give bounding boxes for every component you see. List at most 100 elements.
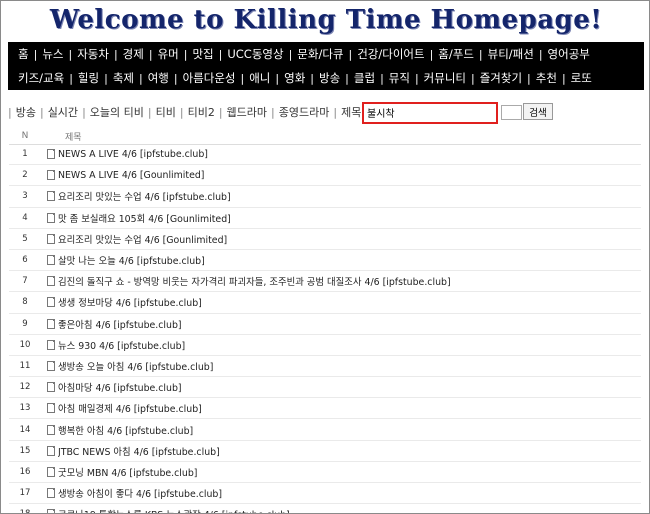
main-nav: 홈 | 뉴스 | 자동차 | 경제 | 유머 | 맛집 | UCC동영상 | 문화/다큐 | 건강/다이어트 | 홈… [8,42,644,90]
post-title-link[interactable]: JTBC NEWS 아침 4/6 [ipfstube.club] [58,444,220,458]
search-button[interactable]: 검색 [523,103,553,120]
table-row: 10 뉴스 930 4/6 [ipfstube.club] [9,335,641,356]
nav-item[interactable]: 영어공부 [544,46,594,62]
table-row: 6 살맛 나는 오늘 4/6 [ipfstube.club] [9,250,641,272]
nav-item[interactable]: 키즈/교육 [14,70,68,86]
table-row: 2 NEWS A LIVE 4/6 [Gounlimited] [9,165,641,187]
document-icon [47,297,55,308]
table-row: 18 코로나19 통합뉴스룸 KBS 뉴스광장 4/6 [ipfstube.clu… [9,504,641,513]
nav-item[interactable]: 여행 [144,70,173,86]
nav-item[interactable]: 즐겨찾기 [476,70,526,86]
nav-item[interactable]: 애니 [245,70,274,86]
post-title-link[interactable]: NEWS A LIVE 4/6 [Gounlimited] [58,170,204,181]
nav-item[interactable]: 커뮤니티 [420,70,470,86]
nav-item[interactable]: 뉴스 [38,46,67,62]
document-icon [47,233,55,244]
row-number: 10 [19,339,31,350]
nav-item[interactable]: UCC동영상 [223,46,287,62]
document-icon [47,170,55,181]
nav-item[interactable]: 로또 [567,70,596,86]
table-row: 1 NEWS A LIVE 4/6 [ipfstube.club] [9,144,641,166]
row-number: 14 [19,424,31,435]
row-number: 6 [22,255,28,266]
nav-item[interactable]: 영화 [280,70,309,86]
category-link[interactable]: 실시간 [45,104,81,120]
table-row: 11 생방송 오늘 아침 4/6 [ipfstube.club] [9,356,641,378]
row-number: 15 [19,445,31,456]
column-title: 제목 [65,132,82,143]
post-title-link[interactable]: 맛 좀 보실래요 105회 4/6 [Gounlimited] [58,211,231,225]
category-link[interactable]: 오늘의 티비 [87,104,147,120]
nav-item[interactable]: 방송 [315,70,344,86]
row-number: 3 [22,191,28,202]
document-icon [47,276,55,287]
nav-item[interactable]: 자동차 [73,46,113,62]
document-icon [47,403,55,414]
nav-row-2: 키즈/교육 | 힐링 | 축제 | 여행 | 아름다운성 | 애니 | 영화 | 방송 | 클럽 | 뮤직 | 커뮤니티… [8,66,644,90]
row-number: 5 [22,233,28,244]
table-header: N 제목 [9,128,641,145]
nav-item[interactable]: 추천 [532,70,561,86]
post-title-link[interactable]: 요리조리 맛있는 수업 4/6 [Gounlimited] [58,232,227,246]
category-link[interactable]: 웹드라마 [224,104,270,120]
document-icon [47,509,55,513]
document-icon [47,424,55,435]
row-number: 17 [19,488,31,499]
post-title-link[interactable]: 아침 매일경제 4/6 [ipfstube.club] [58,401,202,415]
category-link[interactable]: 방송 [13,104,39,120]
post-title-link[interactable]: 뉴스 930 4/6 [ipfstube.club] [58,338,185,352]
post-title-link[interactable]: 아침마당 4/6 [ipfstube.club] [58,380,182,394]
category-link[interactable]: 티비 [153,104,179,120]
nav-item[interactable]: 뮤직 [385,70,414,86]
category-link[interactable]: 티비2 [185,104,218,120]
post-title-link[interactable]: 김진의 돌직구 쇼 - 방역망 비웃는 자가격리 파괴자들, 조주빈과 공범 대… [58,274,451,288]
nav-item[interactable]: 아름다운성 [179,70,240,86]
search-input[interactable] [364,104,500,120]
table-row: 17 생방송 아침이 좋다 4/6 [ipfstube.club] [9,483,641,505]
nav-item[interactable]: 뷰티/패션 [484,46,538,62]
nav-item[interactable]: 유머 [154,46,183,62]
document-icon [47,445,55,456]
category-link[interactable]: 종영드라마 [276,104,333,120]
row-number: 11 [19,360,31,371]
row-number: 13 [19,403,31,414]
post-title-link[interactable]: 생방송 오늘 아침 4/6 [ipfstube.club] [58,359,213,373]
table-row: 7 김진의 돌직구 쇼 - 방역망 비웃는 자가격리 파괴자들, 조주빈과 공범 … [9,271,641,293]
column-number: N [21,131,29,141]
post-title-link[interactable]: NEWS A LIVE 4/6 [ipfstube.club] [58,149,208,160]
post-title-link[interactable]: 굿모닝 MBN 4/6 [ipfstube.club] [58,465,197,479]
document-icon [47,318,55,329]
table-row: 15 JTBC NEWS 아침 4/6 [ipfstube.club] [9,441,641,462]
post-title-link[interactable]: 행복한 아침 4/6 [ipfstube.club] [58,423,193,437]
document-icon [47,382,55,393]
nav-item[interactable]: 문화/다큐 [293,46,347,62]
row-number: 9 [22,318,28,329]
nav-item[interactable]: 맛집 [188,46,217,62]
search-secondary-field[interactable] [501,105,522,120]
page-title: Welcome to Killing Time Homepage! [49,5,603,35]
nav-item[interactable]: 건강/다이어트 [353,46,428,62]
post-title-link[interactable]: 생생 정보마당 4/6 [ipfstube.club] [58,295,202,309]
table-row: 3 요리조리 맛있는 수업 4/6 [ipfstube.club] [9,186,641,208]
row-number: 1 [22,149,28,160]
row-number: 7 [22,276,28,287]
nav-item[interactable]: 경제 [119,46,148,62]
document-icon [47,191,55,202]
nav-item[interactable]: 홈/푸드 [434,46,478,62]
page-frame: Welcome to Killing Time Homepage! 홈 | 뉴스 | 자… [0,0,650,514]
post-title-link[interactable]: 살맛 나는 오늘 4/6 [ipfstube.club] [58,253,205,267]
post-title-link[interactable]: 생방송 아침이 좋다 4/6 [ipfstube.club] [58,486,222,500]
post-title-link[interactable]: 좋은아침 4/6 [ipfstube.club] [58,317,182,331]
table-row: 13 아침 매일경제 4/6 [ipfstube.club] [9,398,641,420]
nav-item[interactable]: 힐링 [74,70,103,86]
nav-item[interactable]: 축제 [109,70,138,86]
document-icon [47,360,55,371]
row-number: 12 [19,382,31,393]
nav-item[interactable]: 클럽 [350,70,379,86]
post-title-link[interactable]: 코로나19 통합뉴스룸 KBS 뉴스광장 4/6 [ipfstube.club] [58,507,290,513]
nav-item[interactable]: 홈 [14,46,33,62]
row-number: 2 [22,170,28,181]
table-row: 8 생생 정보마당 4/6 [ipfstube.club] [9,292,641,314]
table-row: 16 굿모닝 MBN 4/6 [ipfstube.club] [9,462,641,483]
post-title-link[interactable]: 요리조리 맛있는 수업 4/6 [ipfstube.club] [58,189,231,203]
